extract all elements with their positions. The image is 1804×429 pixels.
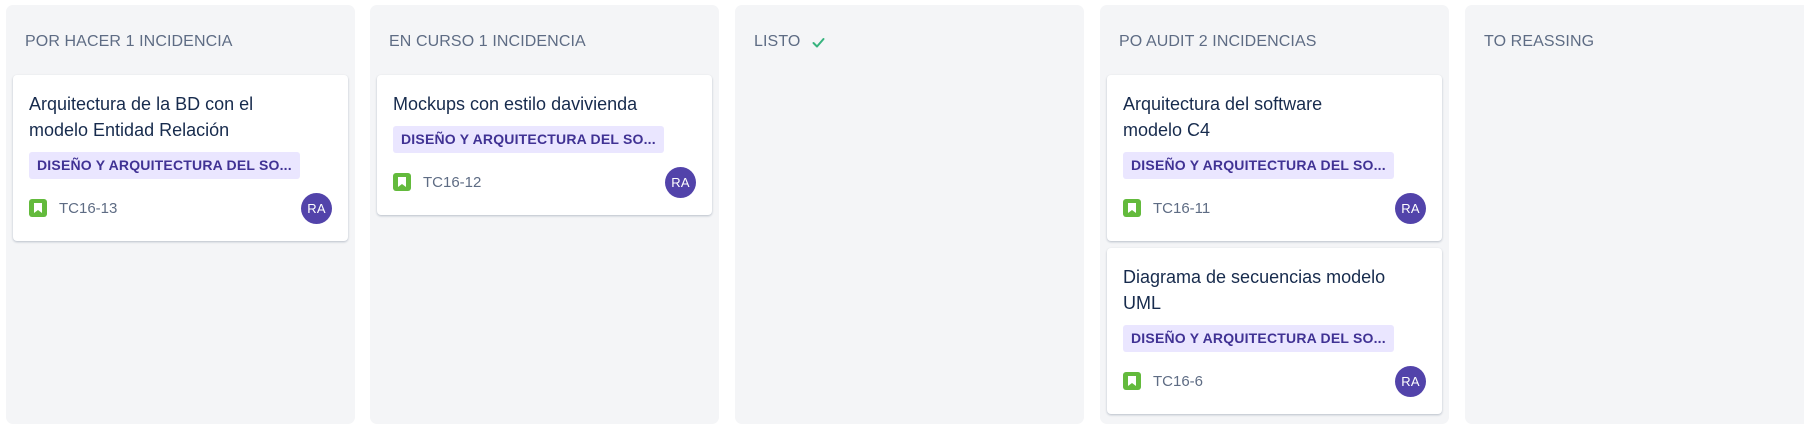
story-icon: [1123, 199, 1141, 217]
column-po-audit: PO AUDIT 2 INCIDENCIAS Arquitectura del …: [1100, 5, 1449, 424]
column-to-reassing: TO REASSING: [1465, 5, 1804, 424]
column-listo: LISTO: [735, 5, 1084, 424]
issue-card[interactable]: Mockups con estilo davivienda DISEÑO Y A…: [377, 75, 712, 215]
column-header: PO AUDIT 2 INCIDENCIAS: [1119, 33, 1317, 50]
story-icon: [1123, 372, 1141, 390]
column-header: LISTO: [754, 27, 825, 57]
story-icon: [29, 199, 47, 217]
issue-key[interactable]: TC16-11: [1153, 200, 1210, 217]
check-icon: [812, 36, 825, 49]
epic-label[interactable]: DISEÑO Y ARQUITECTURA DEL SO...: [29, 152, 300, 179]
issue-key-row: TC16-12: [393, 173, 481, 191]
epic-label[interactable]: DISEÑO Y ARQUITECTURA DEL SO...: [393, 126, 664, 153]
issue-key-row: TC16-13: [29, 199, 117, 217]
story-icon: [393, 173, 411, 191]
assignee-avatar[interactable]: RA: [1395, 366, 1426, 397]
column-title: LISTO: [754, 33, 801, 50]
column-header: TO REASSING: [1484, 33, 1595, 50]
card-title: Arquitectura del software modelo C4: [1123, 94, 1323, 140]
assignee-avatar[interactable]: RA: [1395, 193, 1426, 224]
column-header: EN CURSO 1 INCIDENCIA: [389, 33, 586, 50]
column-header: POR HACER 1 INCIDENCIA: [25, 33, 233, 50]
kanban-board: POR HACER 1 INCIDENCIA Arquitectura de l…: [0, 0, 1804, 429]
column-por-hacer: POR HACER 1 INCIDENCIA Arquitectura de l…: [6, 5, 355, 424]
issue-key-row: TC16-11: [1123, 199, 1210, 217]
issue-key[interactable]: TC16-13: [59, 200, 117, 217]
column-en-curso: EN CURSO 1 INCIDENCIA Mockups con estilo…: [370, 5, 719, 424]
issue-key-row: TC16-6: [1123, 372, 1203, 390]
assignee-avatar[interactable]: RA: [665, 167, 696, 198]
card-title: Diagrama de secuencias modelo UML: [1123, 267, 1386, 313]
issue-key[interactable]: TC16-12: [423, 174, 481, 191]
epic-label[interactable]: DISEÑO Y ARQUITECTURA DEL SO...: [1123, 325, 1394, 352]
card-title: Mockups con estilo davivienda: [393, 94, 638, 114]
card-title: Arquitectura de la BD con el modelo Enti…: [29, 94, 254, 140]
assignee-avatar[interactable]: RA: [301, 193, 332, 224]
issue-card[interactable]: Arquitectura de la BD con el modelo Enti…: [13, 75, 348, 241]
issue-card[interactable]: Diagrama de secuencias modelo UML DISEÑO…: [1107, 248, 1442, 414]
issue-key[interactable]: TC16-6: [1153, 373, 1203, 390]
epic-label[interactable]: DISEÑO Y ARQUITECTURA DEL SO...: [1123, 152, 1394, 179]
issue-card[interactable]: Arquitectura del software modelo C4 DISE…: [1107, 75, 1442, 241]
